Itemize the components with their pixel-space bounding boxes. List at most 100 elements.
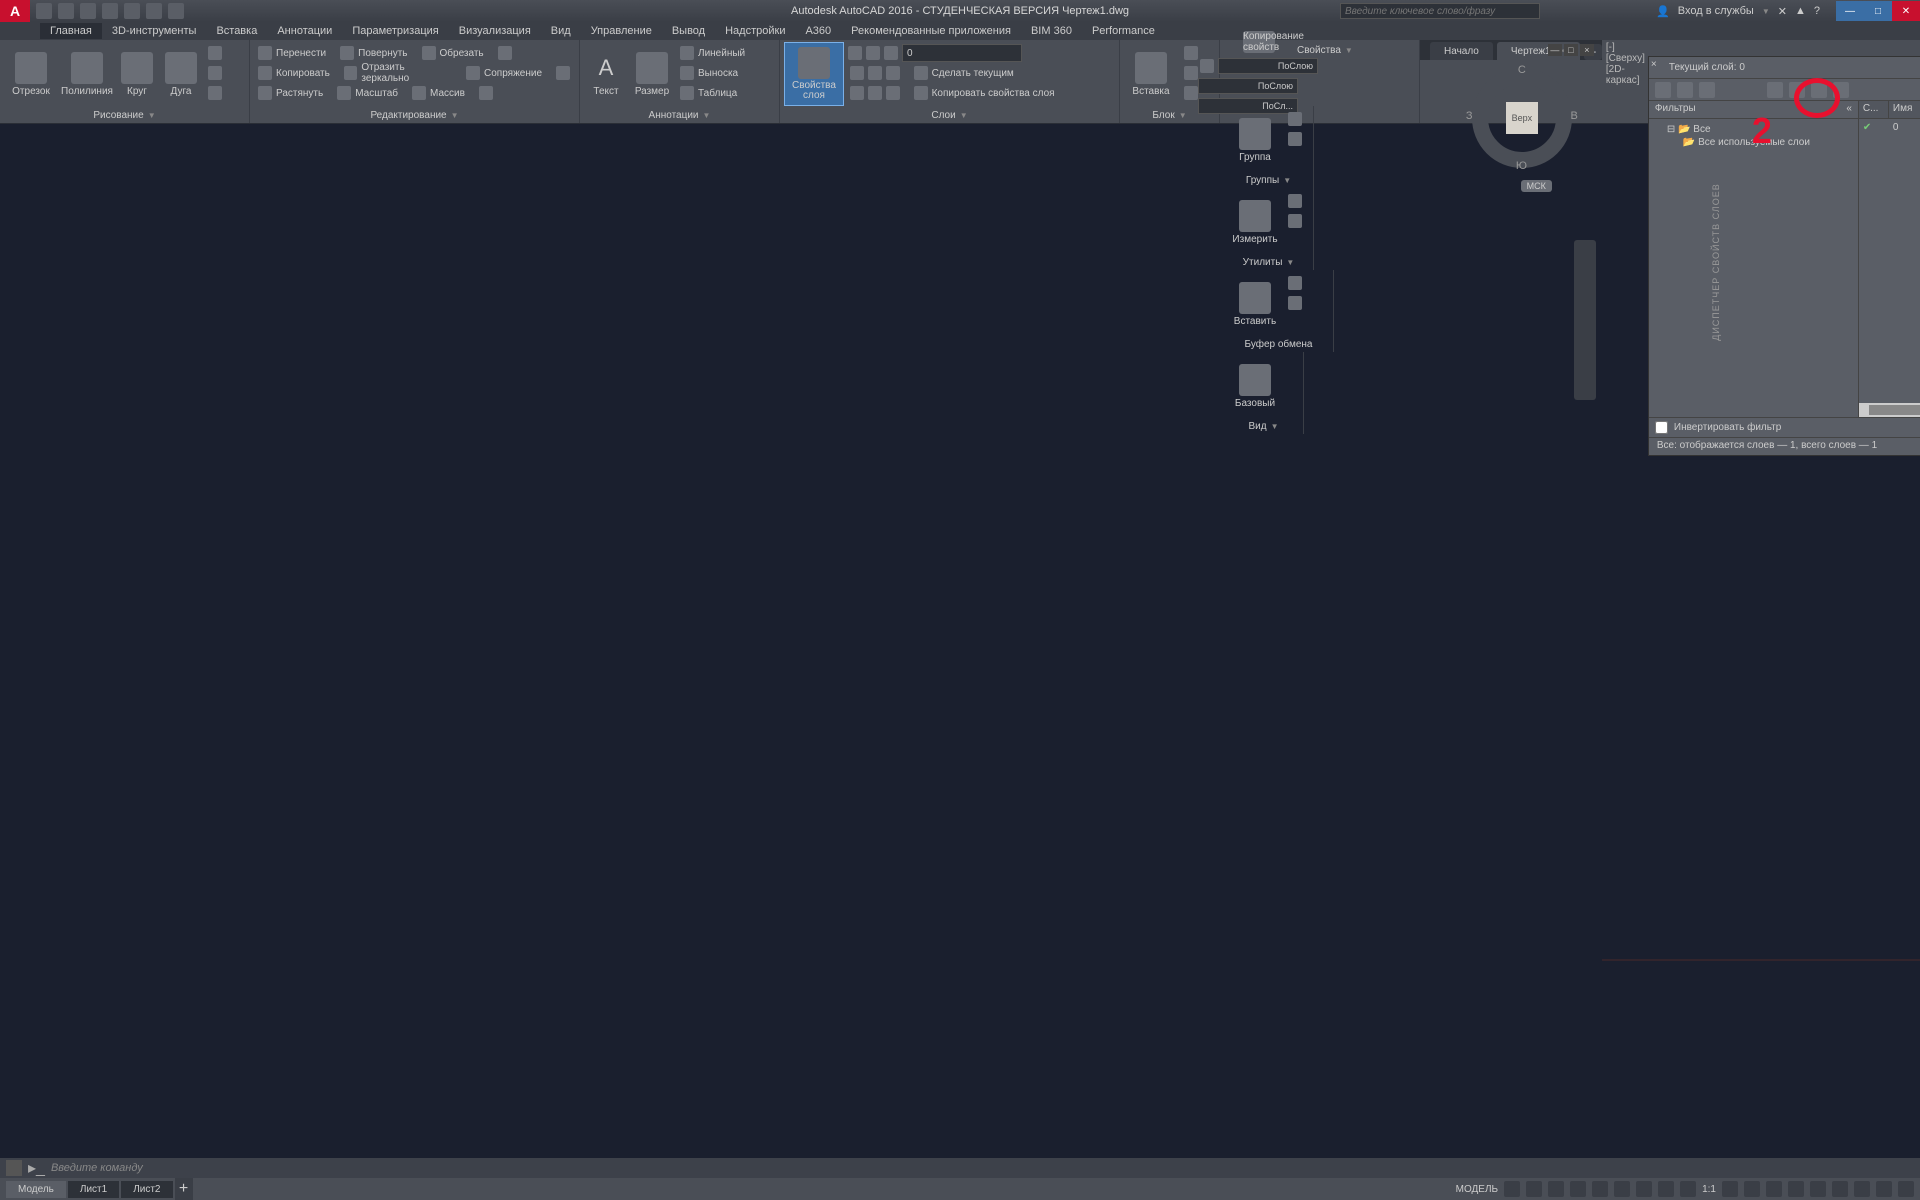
copy-clip-button[interactable] xyxy=(1286,294,1304,312)
ungroup-button[interactable] xyxy=(1286,110,1304,128)
panel-annot-title[interactable]: Аннотации▼ xyxy=(584,107,775,123)
layer-combo[interactable]: 0 xyxy=(902,44,1022,62)
help-icon[interactable]: ? xyxy=(1814,5,1820,17)
panel-utils-title[interactable]: Утилиты▼ xyxy=(1228,254,1309,270)
line-button[interactable]: Отрезок xyxy=(4,42,58,106)
collapse-icon[interactable]: « xyxy=(1846,103,1852,116)
rotate-button[interactable]: Повернуть xyxy=(338,44,409,62)
annotation-monitor-icon[interactable] xyxy=(1744,1181,1760,1197)
tab-performance[interactable]: Performance xyxy=(1082,23,1165,39)
measure-button[interactable]: Измерить xyxy=(1228,190,1282,254)
tab-add-layout[interactable]: + xyxy=(175,1178,193,1200)
vp-close-button[interactable]: × xyxy=(1580,44,1594,56)
cmdline-toggle-icon[interactable] xyxy=(6,1160,22,1176)
lock-ui-icon[interactable] xyxy=(1810,1181,1826,1197)
tab-model[interactable]: Модель xyxy=(6,1181,66,1198)
tab-layout1[interactable]: Лист1 xyxy=(68,1181,119,1198)
layer-lock-icon[interactable] xyxy=(884,46,898,60)
select-button[interactable] xyxy=(1286,192,1304,210)
layer-freeze-icon[interactable] xyxy=(866,46,880,60)
panel-groups-title[interactable]: Группы▼ xyxy=(1228,172,1309,188)
leader-button[interactable]: Выноска xyxy=(678,64,747,82)
isolate-icon[interactable] xyxy=(1832,1181,1848,1197)
signin-link[interactable]: Вход в службы xyxy=(1678,5,1754,17)
col-name[interactable]: Имя xyxy=(1889,101,1920,118)
make-current-button[interactable]: Сделать текущим xyxy=(848,64,1104,82)
circle-button[interactable]: Круг xyxy=(116,42,158,106)
navigation-bar[interactable] xyxy=(1574,240,1596,400)
quickprops-icon[interactable] xyxy=(1788,1181,1804,1197)
set-current-icon[interactable] xyxy=(1833,82,1849,98)
erase-button[interactable] xyxy=(496,44,514,62)
wcs-badge[interactable]: МСК xyxy=(1521,180,1552,192)
tab-output[interactable]: Вывод xyxy=(662,23,715,39)
tab-bim360[interactable]: BIM 360 xyxy=(1021,23,1082,39)
copy-layer-props-button[interactable]: Копировать свойства слоя xyxy=(848,84,1104,102)
linear-dim-button[interactable]: Линейный xyxy=(678,44,747,62)
minimize-button[interactable]: — xyxy=(1836,1,1864,21)
qat-print-icon[interactable] xyxy=(124,3,140,19)
tab-manage[interactable]: Управление xyxy=(581,23,662,39)
qat-redo-icon[interactable] xyxy=(168,3,184,19)
layer-row-0[interactable]: ✔ 0 💡 ☀ 🔓 □ бе... Continu... — По у... 0… xyxy=(1859,119,1920,135)
text-button[interactable]: AТекст xyxy=(584,42,628,106)
offset-button[interactable] xyxy=(477,84,495,102)
close-button[interactable]: ✕ xyxy=(1892,1,1920,21)
calc-button[interactable] xyxy=(1286,212,1304,230)
scale-button[interactable]: Масштаб xyxy=(335,84,400,102)
panel-view-title[interactable]: Вид▼ xyxy=(1228,418,1299,434)
snap-toggle-icon[interactable] xyxy=(1526,1181,1542,1197)
delete-layer-icon[interactable] xyxy=(1811,82,1827,98)
lineweight-toggle-icon[interactable] xyxy=(1636,1181,1652,1197)
transparency-toggle-icon[interactable] xyxy=(1658,1181,1674,1197)
panel-props-title[interactable]: Свойства▼ xyxy=(1296,42,1354,58)
layer-grid-scrollbar[interactable] xyxy=(1859,403,1920,417)
layer-state-icon[interactable] xyxy=(848,46,862,60)
invert-filter-checkbox[interactable] xyxy=(1655,421,1668,434)
vp-restore-button[interactable]: □ xyxy=(1564,44,1578,56)
workspace-icon[interactable] xyxy=(1722,1181,1738,1197)
signin-dropdown-icon[interactable]: ▼ xyxy=(1762,7,1770,16)
tab-visualize[interactable]: Визуализация xyxy=(449,23,541,39)
lineweight-combo[interactable]: ПоСлою xyxy=(1198,78,1298,94)
tab-home[interactable]: Главная xyxy=(40,23,102,39)
new-property-filter-icon[interactable] xyxy=(1655,82,1671,98)
stretch-button[interactable]: Растянуть xyxy=(256,84,325,102)
move-button[interactable]: Перенести xyxy=(256,44,328,62)
annotation-scale[interactable]: 1:1 xyxy=(1702,1184,1716,1195)
table-button[interactable]: Таблица xyxy=(678,84,747,102)
ortho-toggle-icon[interactable] xyxy=(1548,1181,1564,1197)
filetab-start[interactable]: Начало xyxy=(1430,42,1493,60)
panel-draw-title[interactable]: Рисование▼ xyxy=(4,107,245,123)
grid-toggle-icon[interactable] xyxy=(1504,1181,1520,1197)
qat-undo-icon[interactable] xyxy=(146,3,162,19)
command-line[interactable]: ▸_ Введите команду xyxy=(0,1158,1920,1178)
new-layer-icon[interactable] xyxy=(1767,82,1783,98)
panel-modify-title[interactable]: Редактирование▼ xyxy=(254,107,575,123)
units-icon[interactable] xyxy=(1766,1181,1782,1197)
tab-layout2[interactable]: Лист2 xyxy=(121,1181,172,1198)
group-button[interactable]: Группа xyxy=(1228,108,1282,172)
app-logo[interactable]: A xyxy=(0,0,30,22)
trim-button[interactable]: Обрезать xyxy=(420,44,486,62)
command-prompt[interactable]: Введите команду xyxy=(51,1162,143,1174)
tab-annotate[interactable]: Аннотации xyxy=(267,23,342,39)
match-props-button[interactable]: Копирование свойств ПоСлою ПоСлою ПоСл..… xyxy=(1224,42,1294,106)
a360-icon[interactable]: ▲ xyxy=(1795,5,1806,17)
qat-new-icon[interactable] xyxy=(36,3,52,19)
maximize-button[interactable]: □ xyxy=(1864,1,1892,21)
exchange-icon[interactable]: ✕ xyxy=(1778,5,1787,18)
otrack-toggle-icon[interactable] xyxy=(1614,1181,1630,1197)
polyline-button[interactable]: Полилиния xyxy=(60,42,114,106)
status-model-label[interactable]: МОДЕЛЬ xyxy=(1456,1184,1498,1195)
rectangle-button[interactable] xyxy=(206,44,224,62)
qat-save-icon[interactable] xyxy=(80,3,96,19)
tab-a360[interactable]: A360 xyxy=(795,23,841,39)
insert-block-button[interactable]: Вставка xyxy=(1124,42,1178,106)
cycling-toggle-icon[interactable] xyxy=(1680,1181,1696,1197)
polar-toggle-icon[interactable] xyxy=(1570,1181,1586,1197)
qat-saveas-icon[interactable] xyxy=(102,3,118,19)
palette-close-button[interactable]: × xyxy=(1651,59,1657,70)
tab-addins[interactable]: Надстройки xyxy=(715,23,795,39)
explode-button[interactable] xyxy=(554,64,572,82)
